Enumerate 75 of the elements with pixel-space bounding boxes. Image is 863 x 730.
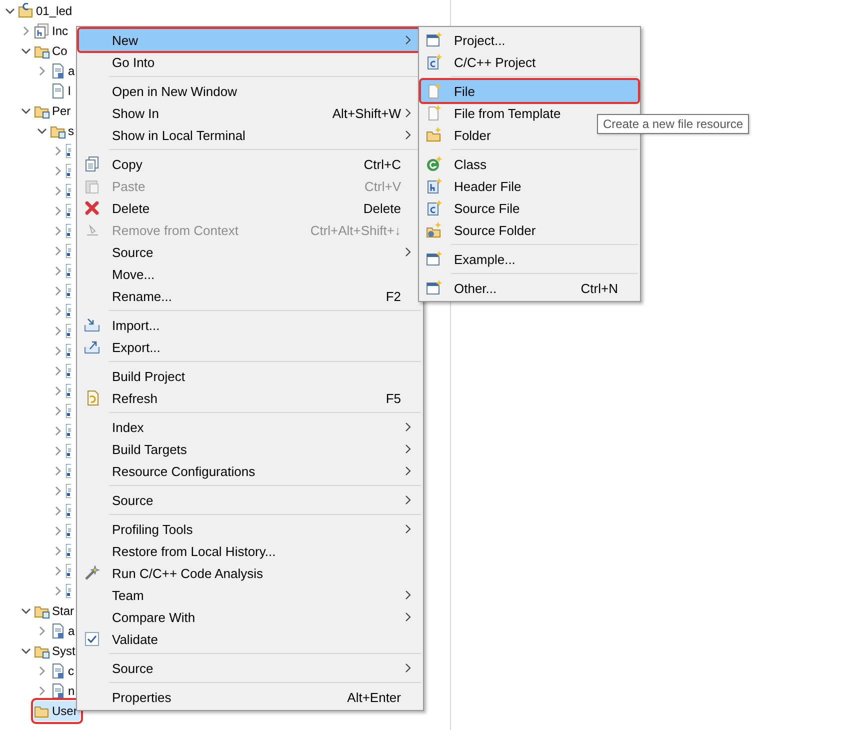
tree-item[interactable]: 01_led: [18, 1, 76, 21]
header-file-icon: [426, 178, 442, 194]
new-file-icon: [426, 83, 442, 99]
menu-item[interactable]: Index: [79, 416, 421, 438]
source-file-icon: [50, 63, 66, 79]
menu-item[interactable]: Import...: [79, 314, 421, 336]
source-file-icon: [50, 663, 66, 679]
menu-item[interactable]: Source: [79, 657, 421, 679]
menu-item[interactable]: C/C++ Project: [421, 51, 638, 73]
menu-item[interactable]: Build Targets: [79, 438, 421, 460]
menu-item[interactable]: File: [421, 80, 638, 102]
menu-item[interactable]: Restore from Local History...: [79, 540, 421, 562]
menu-item[interactable]: Run C/C++ Code Analysis: [79, 562, 421, 584]
tree-item[interactable]: a: [50, 621, 78, 641]
menu-item[interactable]: Source Folder: [421, 219, 638, 241]
menu-item[interactable]: Copy Ctrl+C: [79, 153, 421, 175]
tree-item[interactable]: User: [34, 701, 80, 721]
export-icon: [84, 339, 100, 355]
menu-item[interactable]: New: [79, 29, 421, 51]
delete-icon: [84, 200, 100, 216]
menu-item[interactable]: Team: [79, 584, 421, 606]
menu-item[interactable]: Project...: [421, 29, 638, 51]
menu-item[interactable]: Go Into: [79, 51, 421, 73]
tree-item[interactable]: s: [50, 121, 77, 141]
menu-item[interactable]: Profiling Tools: [79, 518, 421, 540]
menu-item[interactable]: Source File: [421, 197, 638, 219]
source-file-icon: [426, 200, 442, 216]
checkbox-icon: [84, 631, 100, 647]
menu-item[interactable]: Other... Ctrl+N: [421, 277, 638, 299]
project-folder-icon: [18, 3, 34, 19]
menu-item[interactable]: Example...: [421, 248, 638, 270]
tree-item[interactable]: l: [50, 81, 74, 101]
new-folder-icon: [426, 127, 442, 143]
tree-item[interactable]: a: [50, 61, 78, 81]
c-project-icon: [426, 54, 442, 70]
menu-item[interactable]: Source: [79, 241, 421, 263]
menu-item[interactable]: Resource Configurations: [79, 460, 421, 482]
tooltip: Create a new file resource: [597, 114, 750, 134]
menu-item[interactable]: Rename... F2: [79, 285, 421, 307]
menu-item[interactable]: Build Project: [79, 365, 421, 387]
menu-item[interactable]: Show in Local Terminal: [79, 124, 421, 146]
menu-item[interactable]: Source: [79, 489, 421, 511]
new-window-icon: [426, 251, 442, 267]
import-icon: [84, 317, 100, 333]
tree-item[interactable]: Per: [34, 101, 74, 121]
tree-item[interactable]: Syst: [34, 641, 78, 661]
menu-item[interactable]: Export...: [79, 336, 421, 358]
menu-item[interactable]: Delete Delete: [79, 197, 421, 219]
tree-item[interactable]: Inc: [34, 21, 72, 41]
menu-item[interactable]: Validate: [79, 628, 421, 650]
menu-item[interactable]: Properties Alt+Enter: [79, 686, 421, 708]
new-window-icon: [426, 280, 442, 296]
menu-item[interactable]: Open in New Window: [79, 80, 421, 102]
wand-icon: [84, 565, 100, 581]
file-icon: [50, 83, 66, 99]
menu-item[interactable]: Show In Alt+Shift+W: [79, 102, 421, 124]
tree-item[interactable]: c: [50, 661, 77, 681]
class-icon: [426, 156, 442, 172]
source-file-icon: [50, 683, 66, 699]
tree-item[interactable]: Co: [34, 41, 70, 61]
tree-item[interactable]: n: [50, 681, 78, 701]
menu-item[interactable]: Header File: [421, 175, 638, 197]
include-icon: [34, 23, 50, 39]
remove-icon: [84, 222, 100, 238]
source-file-icon: [50, 623, 66, 639]
tree-item[interactable]: Star: [34, 601, 78, 621]
new-window-icon: [426, 32, 442, 48]
menu-item[interactable]: Class: [421, 153, 638, 175]
menu-item[interactable]: Refresh F5: [79, 387, 421, 409]
new-file-icon: [426, 105, 442, 121]
paste-icon: [84, 178, 100, 194]
menu-item[interactable]: Move...: [79, 263, 421, 285]
copy-icon: [84, 156, 100, 172]
menu-item[interactable]: Compare With: [79, 606, 421, 628]
source-folder-icon: [426, 222, 442, 238]
